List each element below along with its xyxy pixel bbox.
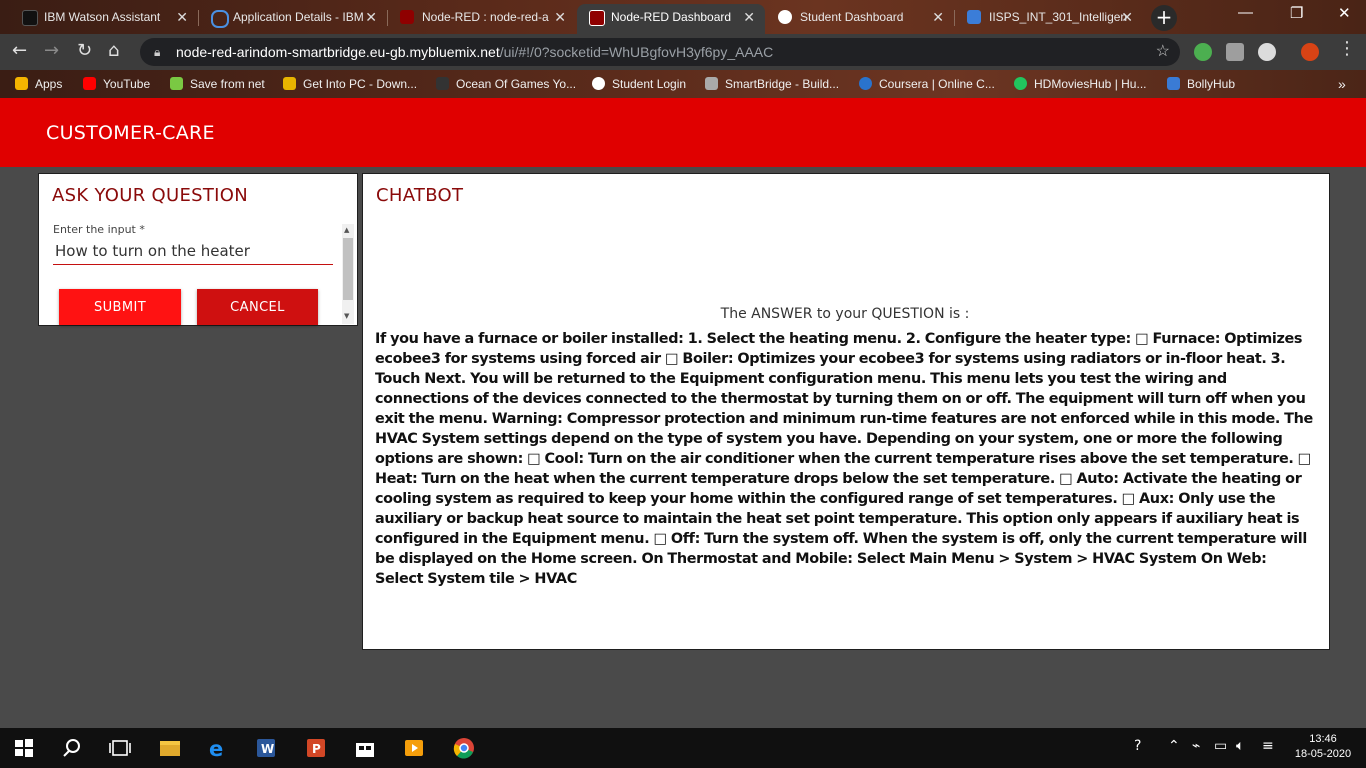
volume-icon[interactable]: 🔈︎ (1236, 738, 1244, 754)
download-arrow-icon (170, 77, 183, 90)
home-icon[interactable]: ⌂ (108, 40, 119, 61)
coursera-icon (859, 77, 872, 90)
gear-icon[interactable] (1226, 43, 1244, 61)
bookmark-star-icon[interactable]: ☆ (1156, 38, 1170, 66)
card-scrollbar[interactable]: ▲ ▼ (342, 224, 354, 324)
chevron-up-icon[interactable]: ⌃ (1168, 738, 1180, 754)
ask-question-title: ASK YOUR QUESTION (52, 185, 249, 206)
battery-icon[interactable]: ▭ (1214, 738, 1227, 754)
maximize-icon[interactable]: ❐ (1290, 4, 1303, 22)
bookmark-apps[interactable]: Apps (15, 70, 62, 98)
reload-icon[interactable]: ↻ (77, 40, 92, 61)
node-red-icon (589, 10, 605, 26)
forward-icon[interactable]: → (44, 40, 59, 61)
bollyhub-icon (1167, 77, 1180, 90)
browser-tab[interactable]: Node-RED : node-red-a ✕ (388, 4, 576, 34)
browser-tab[interactable]: Student Dashboard ✕ (766, 4, 954, 34)
bookmark-youtube[interactable]: YouTube (83, 70, 150, 98)
ask-question-card: ASK YOUR QUESTION Enter the input * SUBM… (38, 173, 358, 326)
bookmark-bollyhub[interactable]: BollyHub (1167, 70, 1235, 98)
chatbot-title: CHATBOT (376, 185, 464, 206)
hdmovies-icon (1014, 77, 1027, 90)
app-header: CUSTOMER-CARE (0, 98, 1366, 167)
close-icon[interactable]: ✕ (743, 4, 755, 30)
chatbot-card: CHATBOT The ANSWER to your QUESTION is :… (362, 173, 1330, 650)
store-icon[interactable] (353, 736, 377, 760)
bookmark-coursera[interactable]: Coursera | Online C... (859, 70, 995, 98)
minimize-icon[interactable]: — (1238, 4, 1253, 21)
clock-time: 13:46 (1309, 733, 1337, 745)
answer-text: If you have a furnace or boiler installe… (375, 331, 1313, 587)
globe-icon (592, 77, 605, 90)
edge-browser-icon[interactable]: e (206, 736, 230, 760)
word-icon[interactable]: W (254, 736, 278, 760)
file-explorer-icon[interactable] (158, 736, 182, 760)
url-path: /ui/#!/0?socketid=WhUBgfovH3yf6py_AAAC (499, 44, 774, 60)
search-icon[interactable] (60, 736, 84, 760)
youtube-icon (83, 77, 96, 90)
avatar[interactable] (1301, 43, 1319, 61)
close-icon[interactable]: ✕ (1121, 4, 1133, 30)
extension-icon[interactable] (1194, 43, 1212, 61)
scroll-up-icon[interactable]: ▲ (344, 226, 349, 234)
new-tab-button[interactable]: + (1151, 5, 1177, 31)
help-icon[interactable]: ? (1134, 738, 1141, 754)
svg-text:e: e (209, 737, 223, 760)
chrome-icon[interactable] (452, 736, 476, 760)
close-icon[interactable]: ✕ (554, 4, 566, 30)
svg-text:P: P (312, 742, 321, 756)
gamepad-icon (436, 77, 449, 90)
bookmark-get-into-pc[interactable]: Get Into PC - Down... (283, 70, 417, 98)
smartbridge-icon (705, 77, 718, 90)
browser-toolbar: ← → ↻ ⌂ 🔒︎ node-red-arindom-smartbridge.… (0, 34, 1366, 70)
bookmark-hdmovieshub[interactable]: HDMoviesHub | Hu... (1014, 70, 1146, 98)
bookmark-student-login[interactable]: Student Login (592, 70, 686, 98)
page-title: CUSTOMER-CARE (46, 122, 215, 144)
url-host: node-red-arindom-smartbridge.eu-gb.myblu… (176, 44, 500, 60)
node-red-icon (400, 10, 414, 24)
address-bar[interactable]: 🔒︎ node-red-arindom-smartbridge.eu-gb.my… (140, 38, 1180, 66)
powerpoint-icon[interactable]: P (304, 736, 328, 760)
back-icon[interactable]: ← (12, 40, 27, 61)
close-icon[interactable]: ✕ (365, 4, 377, 30)
extension-circle-icon[interactable] (1258, 43, 1276, 61)
task-view-icon[interactable] (108, 736, 132, 760)
ibm-watson-icon (22, 10, 38, 26)
bookmarks-bar: Apps YouTube Save from net Get Into PC -… (0, 70, 1366, 98)
browser-tab-active[interactable]: Node-RED Dashboard ✕ (577, 4, 765, 34)
bookmark-ocean-of-games[interactable]: Ocean Of Games Yo... (436, 70, 576, 98)
windows-start-icon[interactable] (12, 736, 36, 760)
browser-tab[interactable]: Application Details - IBM ✕ (199, 4, 387, 34)
bookmarks-overflow-icon[interactable]: » (1338, 70, 1346, 98)
bookmark-save-from-net[interactable]: Save from net (170, 70, 265, 98)
globe-icon (778, 10, 792, 24)
taskbar: e W P ? ⌃ ⌁ ▭ 🔈︎ ≡ 13:46 18-05-2020 (0, 728, 1366, 768)
clock-date: 18-05-2020 (1294, 748, 1352, 760)
media-player-icon[interactable] (402, 736, 426, 760)
document-icon (967, 10, 981, 24)
close-icon[interactable]: ✕ (932, 4, 944, 30)
submit-button[interactable]: SUBMIT (59, 289, 181, 325)
language-icon[interactable]: ≡ (1262, 738, 1274, 754)
lock-icon: 🔒︎ (154, 45, 161, 59)
system-clock[interactable]: 13:46 18-05-2020 (1290, 732, 1356, 762)
svg-text:W: W (261, 742, 274, 756)
browser-tab[interactable]: IBM Watson Assistant ✕ (10, 4, 198, 34)
browser-tab[interactable]: IISPS_INT_301_Intelligen ✕ (955, 4, 1143, 34)
network-icon[interactable]: ⌁ (1192, 738, 1200, 754)
cancel-button[interactable]: CANCEL (197, 289, 318, 325)
scrollbar-thumb[interactable] (343, 238, 353, 300)
g-logo-icon (283, 77, 296, 90)
window-close-icon[interactable]: ✕ (1338, 4, 1351, 22)
answer-header: The ANSWER to your QUESTION is : (720, 306, 970, 322)
menu-kebab-icon[interactable]: ⋮ (1338, 38, 1356, 59)
apps-grid-icon (15, 77, 28, 90)
scroll-down-icon[interactable]: ▼ (344, 312, 349, 320)
question-input[interactable] (53, 238, 333, 265)
input-label: Enter the input * (53, 223, 145, 236)
ibm-cloud-icon (211, 10, 229, 28)
bookmark-smartbridge[interactable]: SmartBridge - Build... (705, 70, 839, 98)
browser-tab-strip: IBM Watson Assistant ✕ Application Detai… (0, 0, 1366, 34)
close-icon[interactable]: ✕ (176, 4, 188, 30)
